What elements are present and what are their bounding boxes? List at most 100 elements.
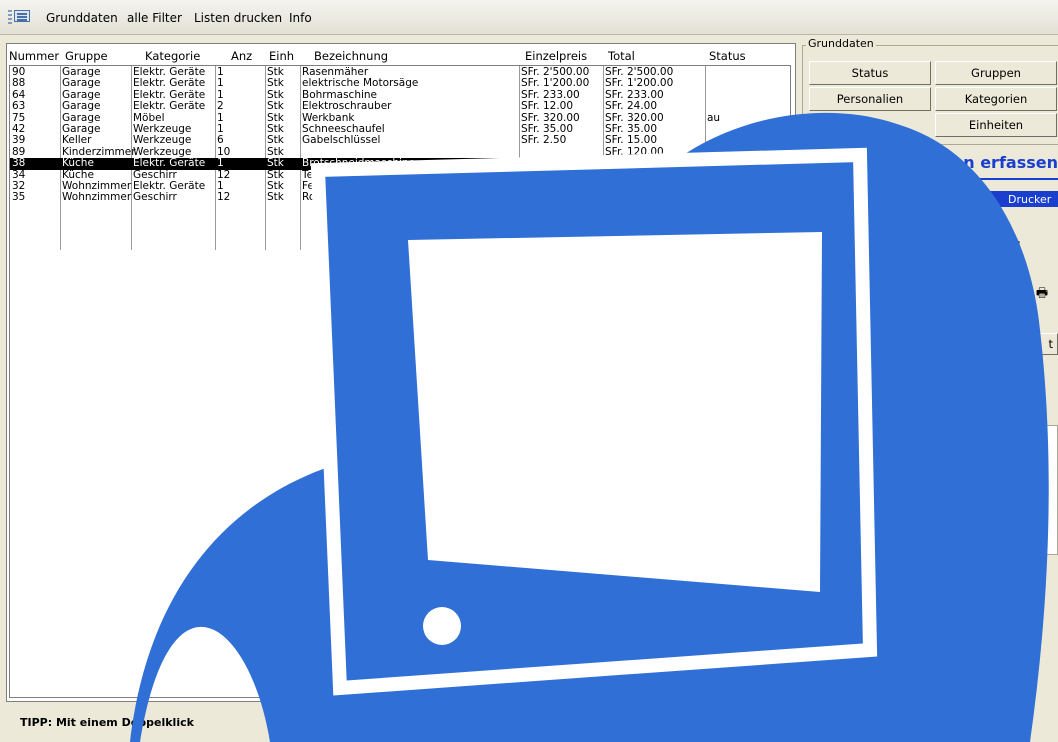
table-row[interactable]: 35 Wohnzimmer Geschirr 12 Stk Rotweingläser SF… — [10, 192, 789, 204]
table-cell: SFr. 320.00 — [605, 111, 664, 124]
col-header-kategorie[interactable]: Kategorie — [145, 49, 200, 63]
table-cell: Stk — [267, 100, 284, 113]
table-cell: Stk — [267, 191, 284, 204]
table-cell: Stk — [267, 134, 284, 147]
table-cell: Stk — [267, 111, 284, 124]
table-cell: 39 — [12, 134, 26, 147]
table-cell: Garage — [62, 77, 101, 90]
toolbar-grip[interactable] — [8, 10, 12, 24]
table-cell: Werkzeuge — [133, 123, 192, 135]
col-header-einh[interactable]: Einh — [269, 49, 294, 63]
gruppen-button[interactable]: Gruppen — [935, 61, 1057, 85]
table-row[interactable]: 88 Garage Elektr. Geräte 1 Stk elektrische Mo… — [10, 78, 789, 90]
table-cell: Elektr. Geräte — [133, 100, 206, 113]
table-cell: Stk — [267, 123, 284, 135]
table-cell: 38 — [12, 157, 26, 170]
table-cell: SFr. 12.00 — [521, 100, 574, 113]
table-cell: 75 — [12, 111, 26, 124]
table-cell: 1 — [217, 157, 224, 170]
menu-info[interactable]: Info — [289, 11, 312, 25]
table-cell: SFr. 211.00 — [521, 157, 580, 170]
col-header-bezeichnung[interactable]: Bezeichnung — [314, 49, 388, 63]
table-cell: SFr. 45.00 — [521, 191, 574, 204]
table-cell: Fernseher — [302, 180, 355, 192]
menu-list-icon[interactable] — [14, 10, 30, 22]
table-cell: Geschirr — [133, 168, 177, 181]
table-cell: SF — [605, 168, 618, 181]
table-cell: Keller — [62, 134, 92, 147]
table-cell: 34 — [12, 168, 26, 181]
table-cell: Garage — [62, 88, 101, 101]
menu-listen-drucken[interactable]: Listen drucken — [194, 11, 282, 25]
personalien-button[interactable]: Personalien — [809, 87, 931, 111]
tab-drucker[interactable]: Drucker — [1008, 193, 1051, 206]
table-cell: Garage — [62, 66, 101, 78]
table-row[interactable]: 75 Garage Möbel 1 Stk Werkbank SFr. 320.00 SFr.… — [10, 111, 789, 125]
total-label: otal — [866, 436, 887, 449]
table-cell: Garage — [62, 100, 101, 113]
filter-field-2[interactable] — [806, 308, 1026, 326]
list-select-field[interactable] — [806, 236, 996, 254]
table-row[interactable]: 64 Garage Elektr. Geräte 1 Stk Bohrmaschine SF… — [10, 88, 789, 102]
table-cell: SFr. 2.50 — [521, 134, 567, 147]
table-cell: Brotschneidmaschine — [302, 157, 416, 170]
output-tabs[interactable]: Bildschirm Drucker — [803, 191, 1058, 207]
col-header-einzelpreis[interactable]: Einzelpreis — [525, 49, 587, 63]
table-cell: Stk — [267, 66, 284, 78]
printer-icon[interactable]: 🖶 — [1006, 238, 1022, 252]
col-header-nummer[interactable]: Nummer — [9, 49, 59, 63]
table-cell: Werkzeuge — [133, 145, 192, 158]
table-cell: SFr. 233.00 — [605, 88, 664, 101]
group-label: Grunddaten — [806, 37, 876, 50]
list-body[interactable]: 90 Garage Elektr. Geräte 1 Stk Rasenmäher SFr.… — [9, 65, 791, 698]
inventory-list[interactable]: Nummer Gruppe Kategorie Anz Einh Bezeich… — [6, 43, 796, 702]
table-cell: Kinderzimmer — [62, 145, 136, 158]
printer-icon[interactable]: 🖶 — [1034, 287, 1050, 301]
table-cell: 88 — [12, 77, 26, 90]
menu-alle-filter[interactable]: alle Filter — [127, 11, 182, 25]
einheiten-button[interactable]: Einheiten — [935, 113, 1057, 137]
copyright-link[interactable]: (c) sbduss 2004 — [505, 716, 593, 729]
table-cell: Elektr. Geräte — [133, 180, 206, 192]
partial-button[interactable]: t — [1030, 333, 1058, 355]
table-cell: Stk — [267, 77, 284, 90]
table-cell: SFr. 24.00 — [605, 100, 658, 113]
summary-panel — [806, 425, 1058, 555]
table-cell: 1 — [217, 123, 224, 135]
table-cell: verkauft — [707, 145, 751, 158]
tab-bildschirm[interactable]: Bildschirm — [823, 193, 881, 206]
ja-button[interactable]: JA — [806, 333, 884, 355]
table-cell: Garage — [62, 111, 101, 124]
kategorien-button[interactable]: Kategorien — [935, 87, 1057, 111]
position-suchen-button[interactable]: Position suchen — [699, 718, 795, 742]
table-cell: SFr. 16.00 — [521, 168, 574, 181]
table-cell: 1 — [217, 88, 224, 101]
table-cell: Elektr. Geräte — [133, 88, 206, 101]
table-cell: Rotweingläser — [302, 191, 377, 204]
table-cell: Küche — [62, 168, 94, 181]
col-header-anz[interactable]: Anz — [231, 49, 252, 63]
col-header-total[interactable]: Total — [608, 49, 635, 63]
filter-field-1[interactable] — [806, 272, 1026, 290]
table-row[interactable]: 38 Küche Elektr. Geräte 1 Stk Brotschneidmasc… — [10, 158, 789, 170]
inventar-button[interactable]: Inventar — [930, 716, 1000, 742]
table-cell: Stk — [267, 88, 284, 101]
table-cell: Elektr. Geräte — [133, 157, 206, 170]
table-cell: elektrische Motorsäge — [302, 77, 419, 90]
table-row[interactable]: 63 Garage Elektr. Geräte 2 Stk Elektroschraub… — [10, 101, 789, 113]
table-row[interactable]: 42 Garage Werkzeuge 1 Stk Schneeschaufel SFr. … — [10, 124, 789, 136]
filter-reset-button[interactable]: er zen — [806, 360, 884, 398]
printer-icon[interactable]: 🖶 — [1010, 272, 1026, 286]
position-erfassen-title: sition erfassen — [806, 150, 1058, 180]
menu-grunddaten[interactable]: Grunddaten — [46, 11, 118, 25]
table-cell: Stk — [267, 145, 284, 158]
col-header-status[interactable]: Status — [709, 49, 746, 63]
table-cell: 32 — [12, 180, 26, 192]
status-button[interactable]: Status — [809, 61, 931, 85]
table-cell: SFr. 120.00 — [605, 145, 664, 158]
table-cell: Stk — [267, 157, 284, 170]
table-cell: Schneeschaufel — [302, 123, 385, 135]
product-image — [820, 580, 900, 646]
table-cell: Garage — [62, 123, 101, 135]
col-header-gruppe[interactable]: Gruppe — [65, 49, 108, 63]
